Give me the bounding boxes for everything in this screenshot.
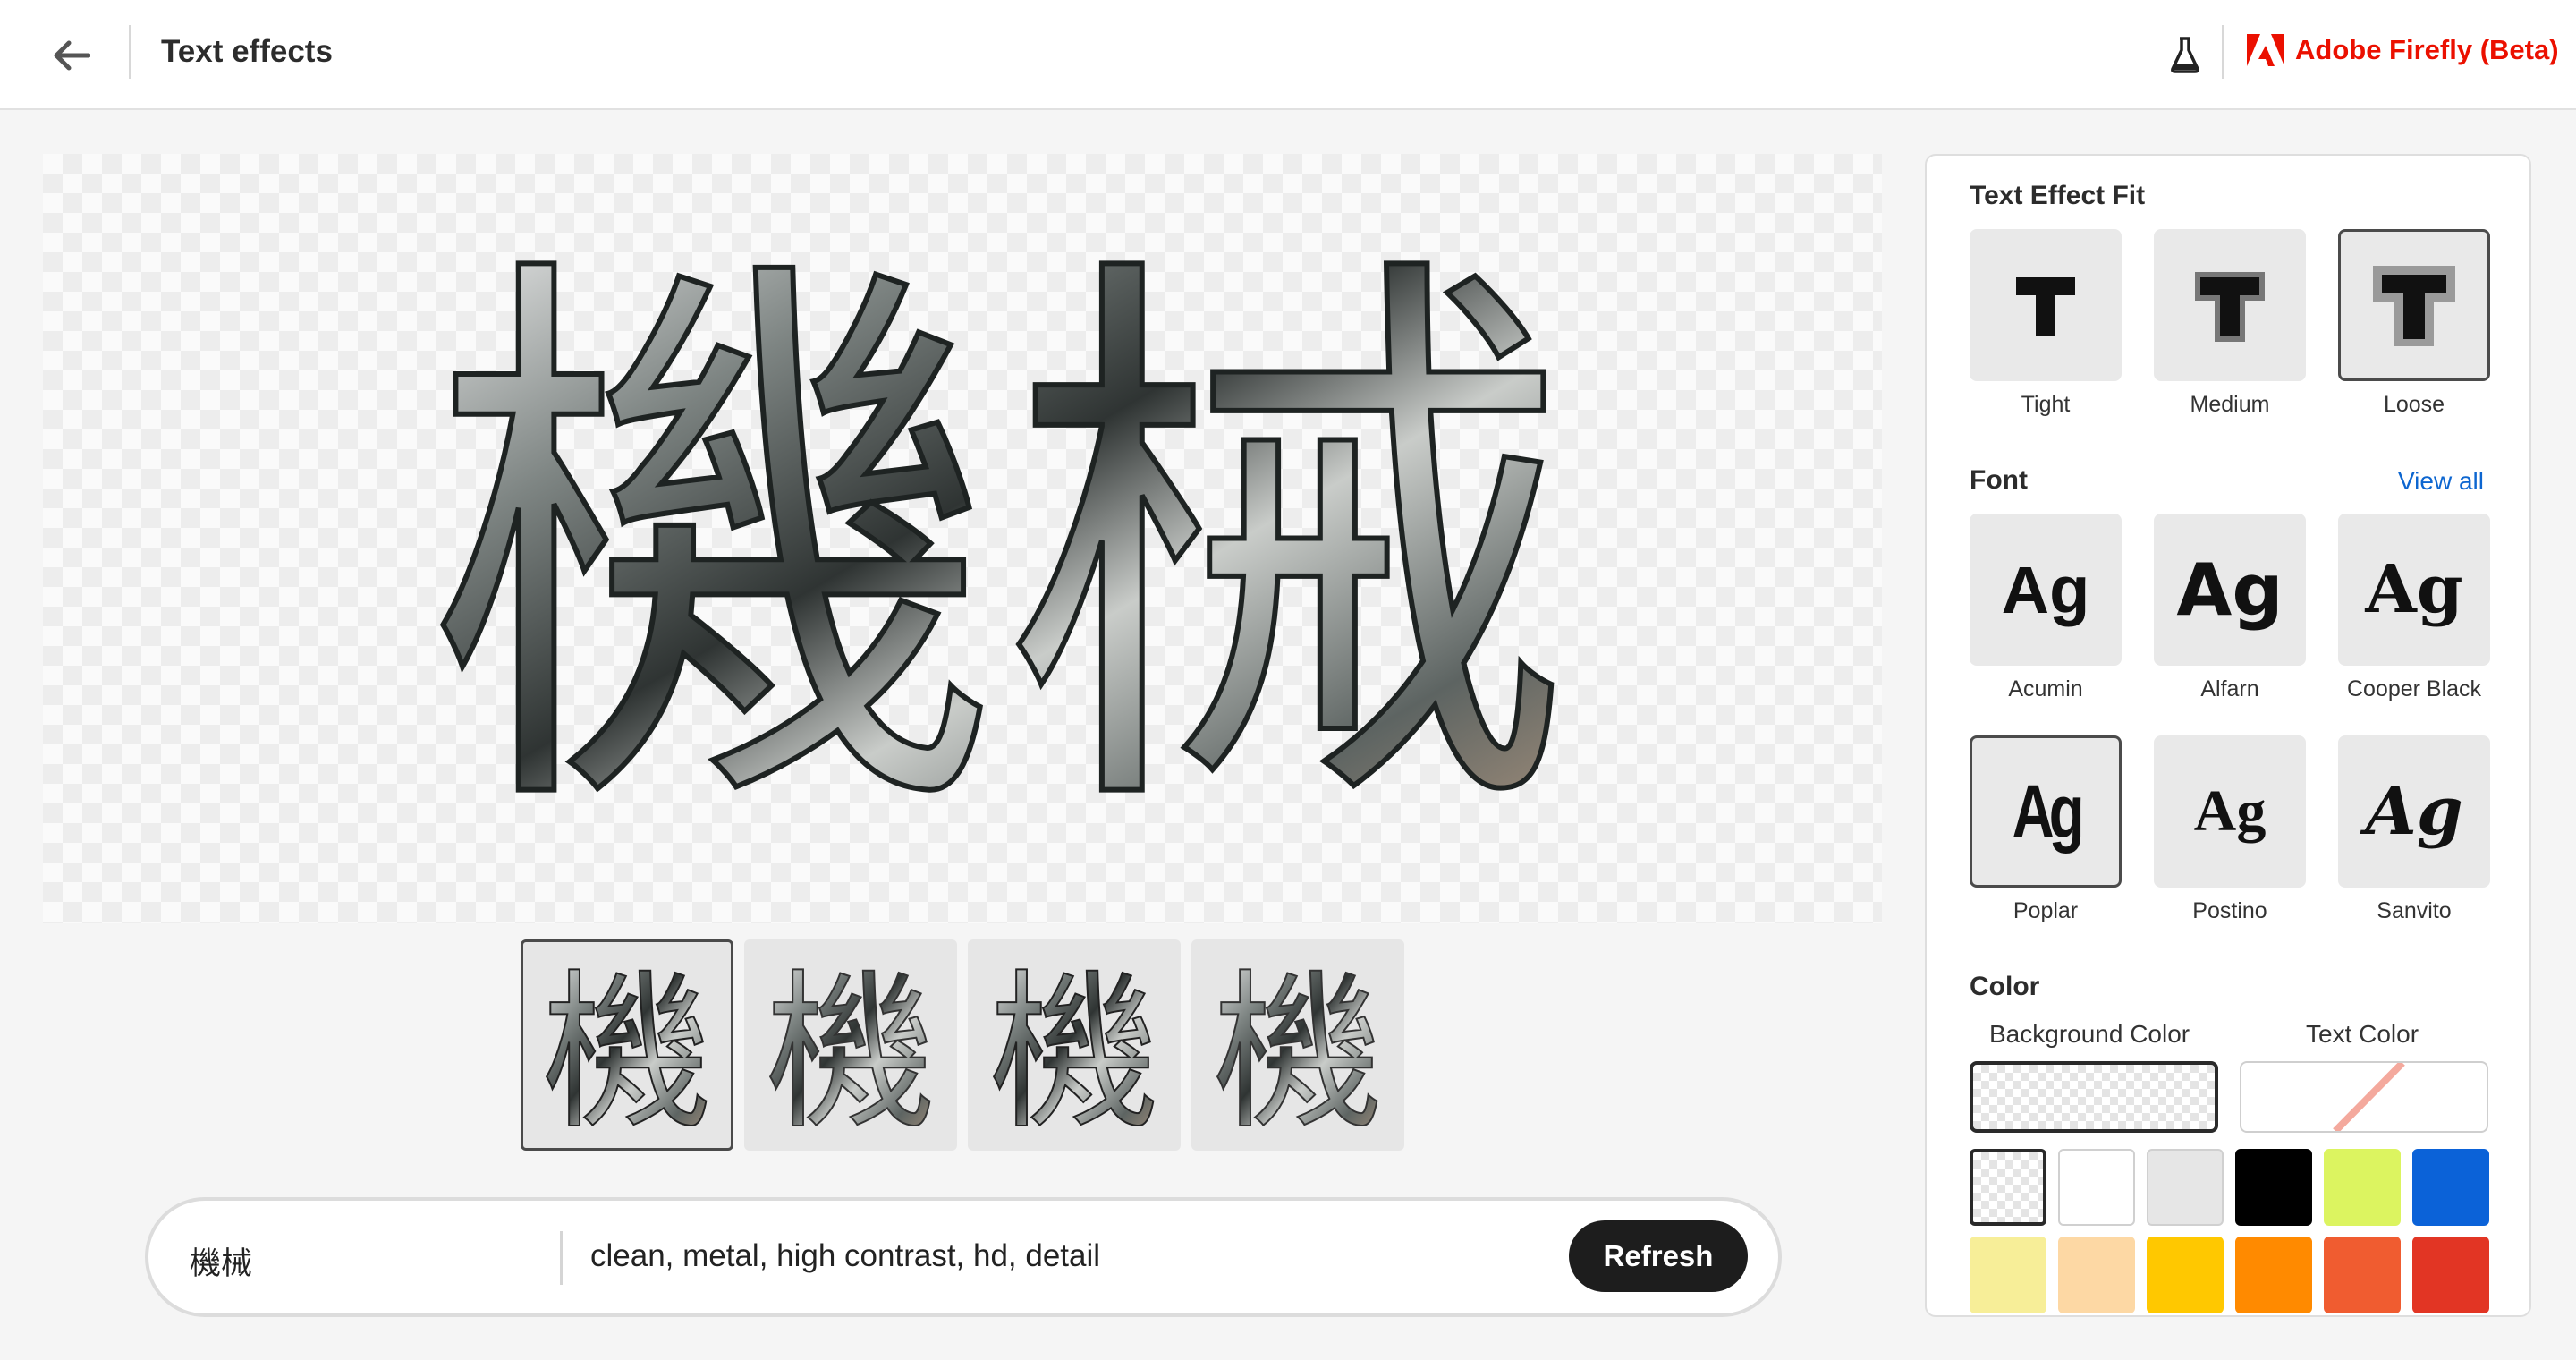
text-color-label: Text Color: [2306, 1020, 2419, 1048]
color-section-title: Color: [1970, 972, 2040, 1001]
font-section-title: Font: [1970, 465, 2028, 495]
thumbnail-image: 機: [765, 956, 936, 1135]
header-divider: [2222, 25, 2224, 79]
fit-option-medium[interactable]: [2154, 229, 2306, 381]
color-swatch[interactable]: [2058, 1149, 2135, 1226]
prompt-bar: 機械 clean, metal, high contrast, hd, deta…: [145, 1197, 1782, 1317]
font-option-poplar[interactable]: Ag: [1970, 735, 2122, 888]
color-swatch[interactable]: [1970, 1237, 2046, 1313]
view-all-fonts-link[interactable]: View all: [2398, 467, 2484, 496]
fit-option-label: Loose: [2383, 392, 2445, 417]
font-option-alfarn[interactable]: Ag: [2154, 514, 2306, 666]
prompt-divider: [560, 1231, 563, 1285]
preview-canvas: 機械: [43, 154, 1882, 923]
color-swatch[interactable]: [2324, 1237, 2401, 1313]
labs-button[interactable]: [2163, 30, 2207, 79]
font-option-sanvito[interactable]: Ag: [2338, 735, 2490, 888]
thumbnail-image: 機: [1212, 956, 1384, 1135]
page-title: Text effects: [161, 34, 333, 69]
refresh-button[interactable]: Refresh: [1569, 1220, 1748, 1292]
fit-loose-icon: [2373, 266, 2455, 346]
font-option-label: Cooper Black: [2346, 676, 2482, 701]
svg-text:機: 機: [989, 956, 1159, 1135]
thumbnail-1[interactable]: 機: [521, 939, 733, 1151]
font-option-cooper-black[interactable]: Ag: [2338, 514, 2490, 666]
fit-option-loose[interactable]: [2338, 229, 2490, 381]
main-text: 機械: [428, 243, 1572, 834]
fit-option-tight[interactable]: [1970, 229, 2122, 381]
font-option-label: Postino: [2192, 898, 2267, 923]
fit-option-label: Medium: [2190, 392, 2270, 417]
color-swatch[interactable]: [2147, 1149, 2224, 1226]
font-sample: Ag: [2193, 778, 2267, 844]
font-sample: Ag: [2365, 551, 2463, 628]
fit-section-title: Text Effect Fit: [1970, 181, 2146, 210]
font-option-label: Alfarn: [2200, 676, 2259, 701]
font-sample: Ag: [2176, 548, 2284, 632]
font-sample: Ag: [2001, 552, 2090, 627]
thumbnail-3[interactable]: 機: [968, 939, 1181, 1151]
description-input[interactable]: clean, metal, high contrast, hd, detail: [590, 1238, 1100, 1274]
back-button[interactable]: [45, 30, 98, 81]
variation-thumbnails: 機 機 機 機: [521, 939, 1404, 1151]
font-option-label: Sanvito: [2377, 898, 2452, 923]
color-swatch[interactable]: [2235, 1237, 2312, 1313]
font-option-label: Poplar: [2012, 898, 2079, 923]
color-swatch[interactable]: [2147, 1237, 2224, 1313]
color-swatch[interactable]: [2412, 1237, 2489, 1313]
thumbnail-image: 機: [541, 956, 713, 1135]
font-option-acumin[interactable]: Ag: [1970, 514, 2122, 666]
no-color-slash-icon: [2333, 1063, 2405, 1131]
thumbnail-2[interactable]: 機: [744, 939, 957, 1151]
background-color-picker[interactable]: [1970, 1061, 2218, 1133]
color-swatch[interactable]: [2235, 1149, 2312, 1226]
fit-tight-icon: [2016, 277, 2075, 336]
font-option-label: Acumin: [2008, 676, 2083, 701]
color-swatch[interactable]: [2324, 1149, 2401, 1226]
flask-icon: [2171, 37, 2199, 73]
thumbnail-4[interactable]: 機: [1191, 939, 1404, 1151]
brand[interactable]: Adobe Firefly (Beta): [2247, 34, 2559, 66]
header-divider: [129, 25, 131, 79]
color-swatch[interactable]: [2058, 1237, 2135, 1313]
background-color-label: Background Color: [1989, 1020, 2190, 1048]
svg-text:機: 機: [766, 956, 936, 1135]
adobe-logo-icon: [2247, 34, 2284, 66]
svg-text:機: 機: [542, 956, 712, 1135]
fit-option-label: Tight: [2021, 392, 2071, 417]
arrow-left-icon: [54, 40, 90, 71]
options-panel: Text Effect Fit Tight Medium Loose Font …: [1925, 154, 2531, 1317]
font-option-postino[interactable]: Ag: [2154, 735, 2306, 888]
thumbnail-image: 機: [988, 956, 1160, 1135]
svg-text:機: 機: [1213, 956, 1383, 1135]
font-sample: Ag: [2365, 773, 2463, 850]
color-swatch[interactable]: [2412, 1149, 2489, 1226]
swatch-transparent[interactable]: [1970, 1149, 2046, 1226]
text-input[interactable]: 機械: [190, 1238, 252, 1284]
top-bar: Text effects Adobe Firefly (Beta): [0, 0, 2576, 110]
text-color-picker[interactable]: [2240, 1061, 2488, 1133]
font-sample: Ag: [2012, 769, 2085, 854]
fit-medium-icon: [2195, 272, 2265, 342]
main-text-effect-image: 機械: [425, 243, 1575, 834]
brand-name: Adobe Firefly (Beta): [2295, 34, 2559, 65]
